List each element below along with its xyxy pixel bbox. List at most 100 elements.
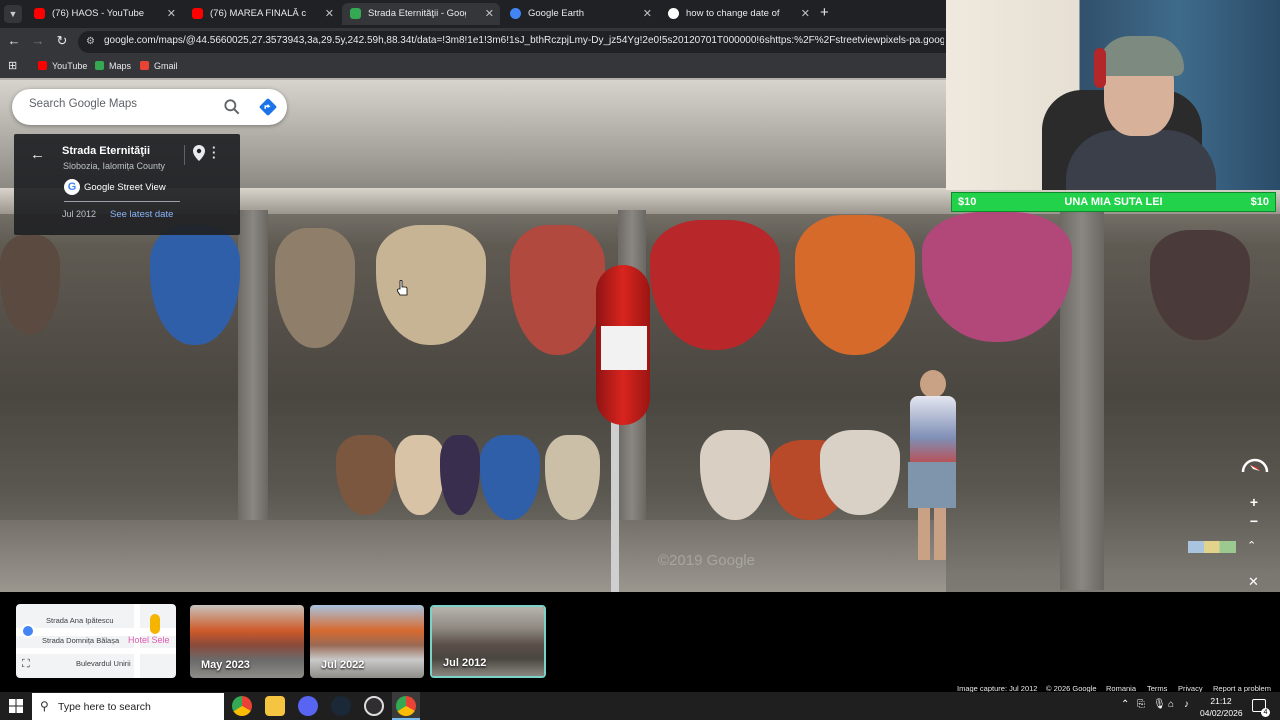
rug xyxy=(700,430,770,520)
file-explorer-icon[interactable] xyxy=(265,696,285,716)
gmail-icon xyxy=(140,61,149,70)
capture-date: Jul 2012 xyxy=(62,209,97,219)
maps-search-box xyxy=(12,89,287,125)
site-info-icon[interactable]: ⚙ xyxy=(86,36,98,48)
youtube-icon xyxy=(38,61,47,70)
timeline-thumbnail[interactable]: May 2023 xyxy=(190,605,304,678)
tab-google-search[interactable]: how to change date of google ✕ xyxy=(660,3,816,25)
reload-icon[interactable]: ↻ xyxy=(53,33,71,49)
back-icon[interactable]: ← xyxy=(5,33,23,48)
google-icon xyxy=(668,8,679,19)
pedestrian xyxy=(904,370,960,570)
chevron-up-icon[interactable]: ⌃ xyxy=(1121,699,1129,710)
divider xyxy=(184,145,185,165)
see-latest-date-link[interactable]: See latest date xyxy=(110,209,173,220)
forward-icon[interactable]: → xyxy=(29,33,47,48)
rug xyxy=(922,212,1072,342)
microphone-icon[interactable]: 🎙 xyxy=(1153,699,1166,710)
watermark: ©2019 Google xyxy=(658,552,755,569)
compass-icon[interactable] xyxy=(1240,456,1270,478)
pegman-icon[interactable] xyxy=(150,614,160,634)
maps-icon xyxy=(350,8,361,19)
building-pillar xyxy=(238,210,268,530)
system-clock[interactable]: 21:12 04/02/2026 xyxy=(1200,695,1243,719)
rug xyxy=(0,235,60,335)
chrome-icon[interactable] xyxy=(232,696,252,716)
notification-center-icon[interactable]: 4 xyxy=(1252,699,1270,717)
tab-title: (76) MAREA FINALĂ cu NELI TH xyxy=(210,8,306,19)
taskbar-active-app[interactable] xyxy=(392,692,420,720)
maps-icon xyxy=(95,61,104,70)
youtube-icon xyxy=(192,8,203,19)
address-bar[interactable]: ⚙ google.com/maps/@44.5660025,27.3573943… xyxy=(78,31,946,53)
close-icon[interactable]: ✕ xyxy=(167,3,176,25)
sidewalk xyxy=(0,520,946,592)
more-options-icon[interactable]: · · · xyxy=(212,141,216,164)
rug xyxy=(545,435,600,520)
tab-title: Google Earth xyxy=(528,8,584,19)
directions-icon[interactable] xyxy=(257,96,279,118)
obs-icon[interactable] xyxy=(364,696,384,716)
tab-strip: ▼ (76) HAOS - YouTube ✕ (76) MAREA FINAL… xyxy=(0,0,946,28)
taskbar-search[interactable]: ⚲ Type here to search xyxy=(32,693,224,720)
bookmark-label: Gmail xyxy=(154,61,178,71)
location-pin-icon[interactable] xyxy=(193,145,205,161)
place-title: Strada Eternităţii xyxy=(62,145,151,157)
donation-message: UNA MIA SUTA LEI xyxy=(1064,196,1163,208)
bookmark-gmail[interactable]: Gmail xyxy=(140,61,178,71)
rug xyxy=(395,435,445,515)
discord-icon[interactable] xyxy=(298,696,318,716)
thumbnail-date: May 2023 xyxy=(201,659,250,671)
back-arrow-icon[interactable]: ← xyxy=(30,146,45,163)
tab-google-earth[interactable]: Google Earth ✕ xyxy=(502,3,658,25)
url-text[interactable]: google.com/maps/@44.5660025,27.3573943,3… xyxy=(104,35,944,46)
volume-icon[interactable]: ♪ xyxy=(1184,699,1189,710)
close-icon[interactable]: ✕ xyxy=(325,3,334,25)
mini-map[interactable]: Strada Ana Ipătescu Strada Domnița Bălaș… xyxy=(16,604,176,678)
wifi-icon[interactable]: ⌂ xyxy=(1168,699,1174,710)
rug xyxy=(336,435,396,515)
tab-title: Strada Eternităţii - Google Map xyxy=(368,8,466,19)
clock-date: 04/02/2026 xyxy=(1200,708,1243,718)
bookmark-youtube[interactable]: YouTube xyxy=(38,61,87,71)
donation-alert: UNA MIA SUTA LEI $10 $10 xyxy=(951,192,1276,212)
my-location-icon xyxy=(21,624,35,638)
layers-thumbnail[interactable] xyxy=(1188,541,1236,553)
tab-youtube-haos[interactable]: (76) HAOS - YouTube ✕ xyxy=(26,3,182,25)
tab-google-maps[interactable]: Strada Eternităţii - Google Map ✕ xyxy=(342,3,500,25)
new-tab-button[interactable]: + xyxy=(820,4,829,21)
chrome-icon xyxy=(396,696,416,716)
taskbar-search-placeholder: Type here to search xyxy=(58,701,151,713)
zoom-in-button[interactable]: + xyxy=(1246,494,1262,510)
search-icon: ⚲ xyxy=(40,699,49,713)
youtube-icon xyxy=(34,8,45,19)
zoom-out-button[interactable]: − xyxy=(1246,513,1262,529)
close-icon[interactable]: ✕ xyxy=(1248,574,1259,590)
timeline-thumbnail-selected[interactable]: Jul 2012 xyxy=(430,605,546,678)
notification-count: 4 xyxy=(1261,708,1270,717)
network-status-icon[interactable]: ⎘ xyxy=(1137,699,1145,710)
timeline-thumbnail[interactable]: Jul 2022 xyxy=(310,605,424,678)
search-icon[interactable] xyxy=(222,97,242,117)
close-icon[interactable]: ✕ xyxy=(485,3,494,25)
expand-icon[interactable]: ⛶ xyxy=(22,658,36,672)
rug xyxy=(1150,230,1250,340)
close-icon[interactable]: ✕ xyxy=(801,3,810,25)
tab-youtube-marea-finala[interactable]: (76) MAREA FINALĂ cu NELI TH ✕ xyxy=(184,3,340,25)
close-icon[interactable]: ✕ xyxy=(643,3,652,25)
webcam-overlay xyxy=(946,0,1280,190)
windows-start-icon[interactable] xyxy=(9,699,23,713)
chevron-up-icon[interactable]: ⌃ xyxy=(1247,539,1256,552)
source-label: Google Street View xyxy=(84,182,166,193)
street-label: Strada Domnița Bălașa xyxy=(42,636,120,645)
windows-taskbar: ⚲ Type here to search xyxy=(0,692,1280,720)
donation-amount: $10 xyxy=(958,196,977,208)
apps-icon[interactable]: ⊞ xyxy=(8,59,17,72)
rug xyxy=(275,228,355,348)
maps-search-input[interactable] xyxy=(29,98,209,110)
google-icon: G xyxy=(64,179,80,195)
tab-search-button[interactable]: ▼ xyxy=(4,5,22,23)
steam-icon[interactable] xyxy=(331,696,351,716)
bookmark-maps[interactable]: Maps xyxy=(95,61,131,71)
toolbar: ← → ↻ ⚙ google.com/maps/@44.5660025,27.3… xyxy=(0,28,946,56)
